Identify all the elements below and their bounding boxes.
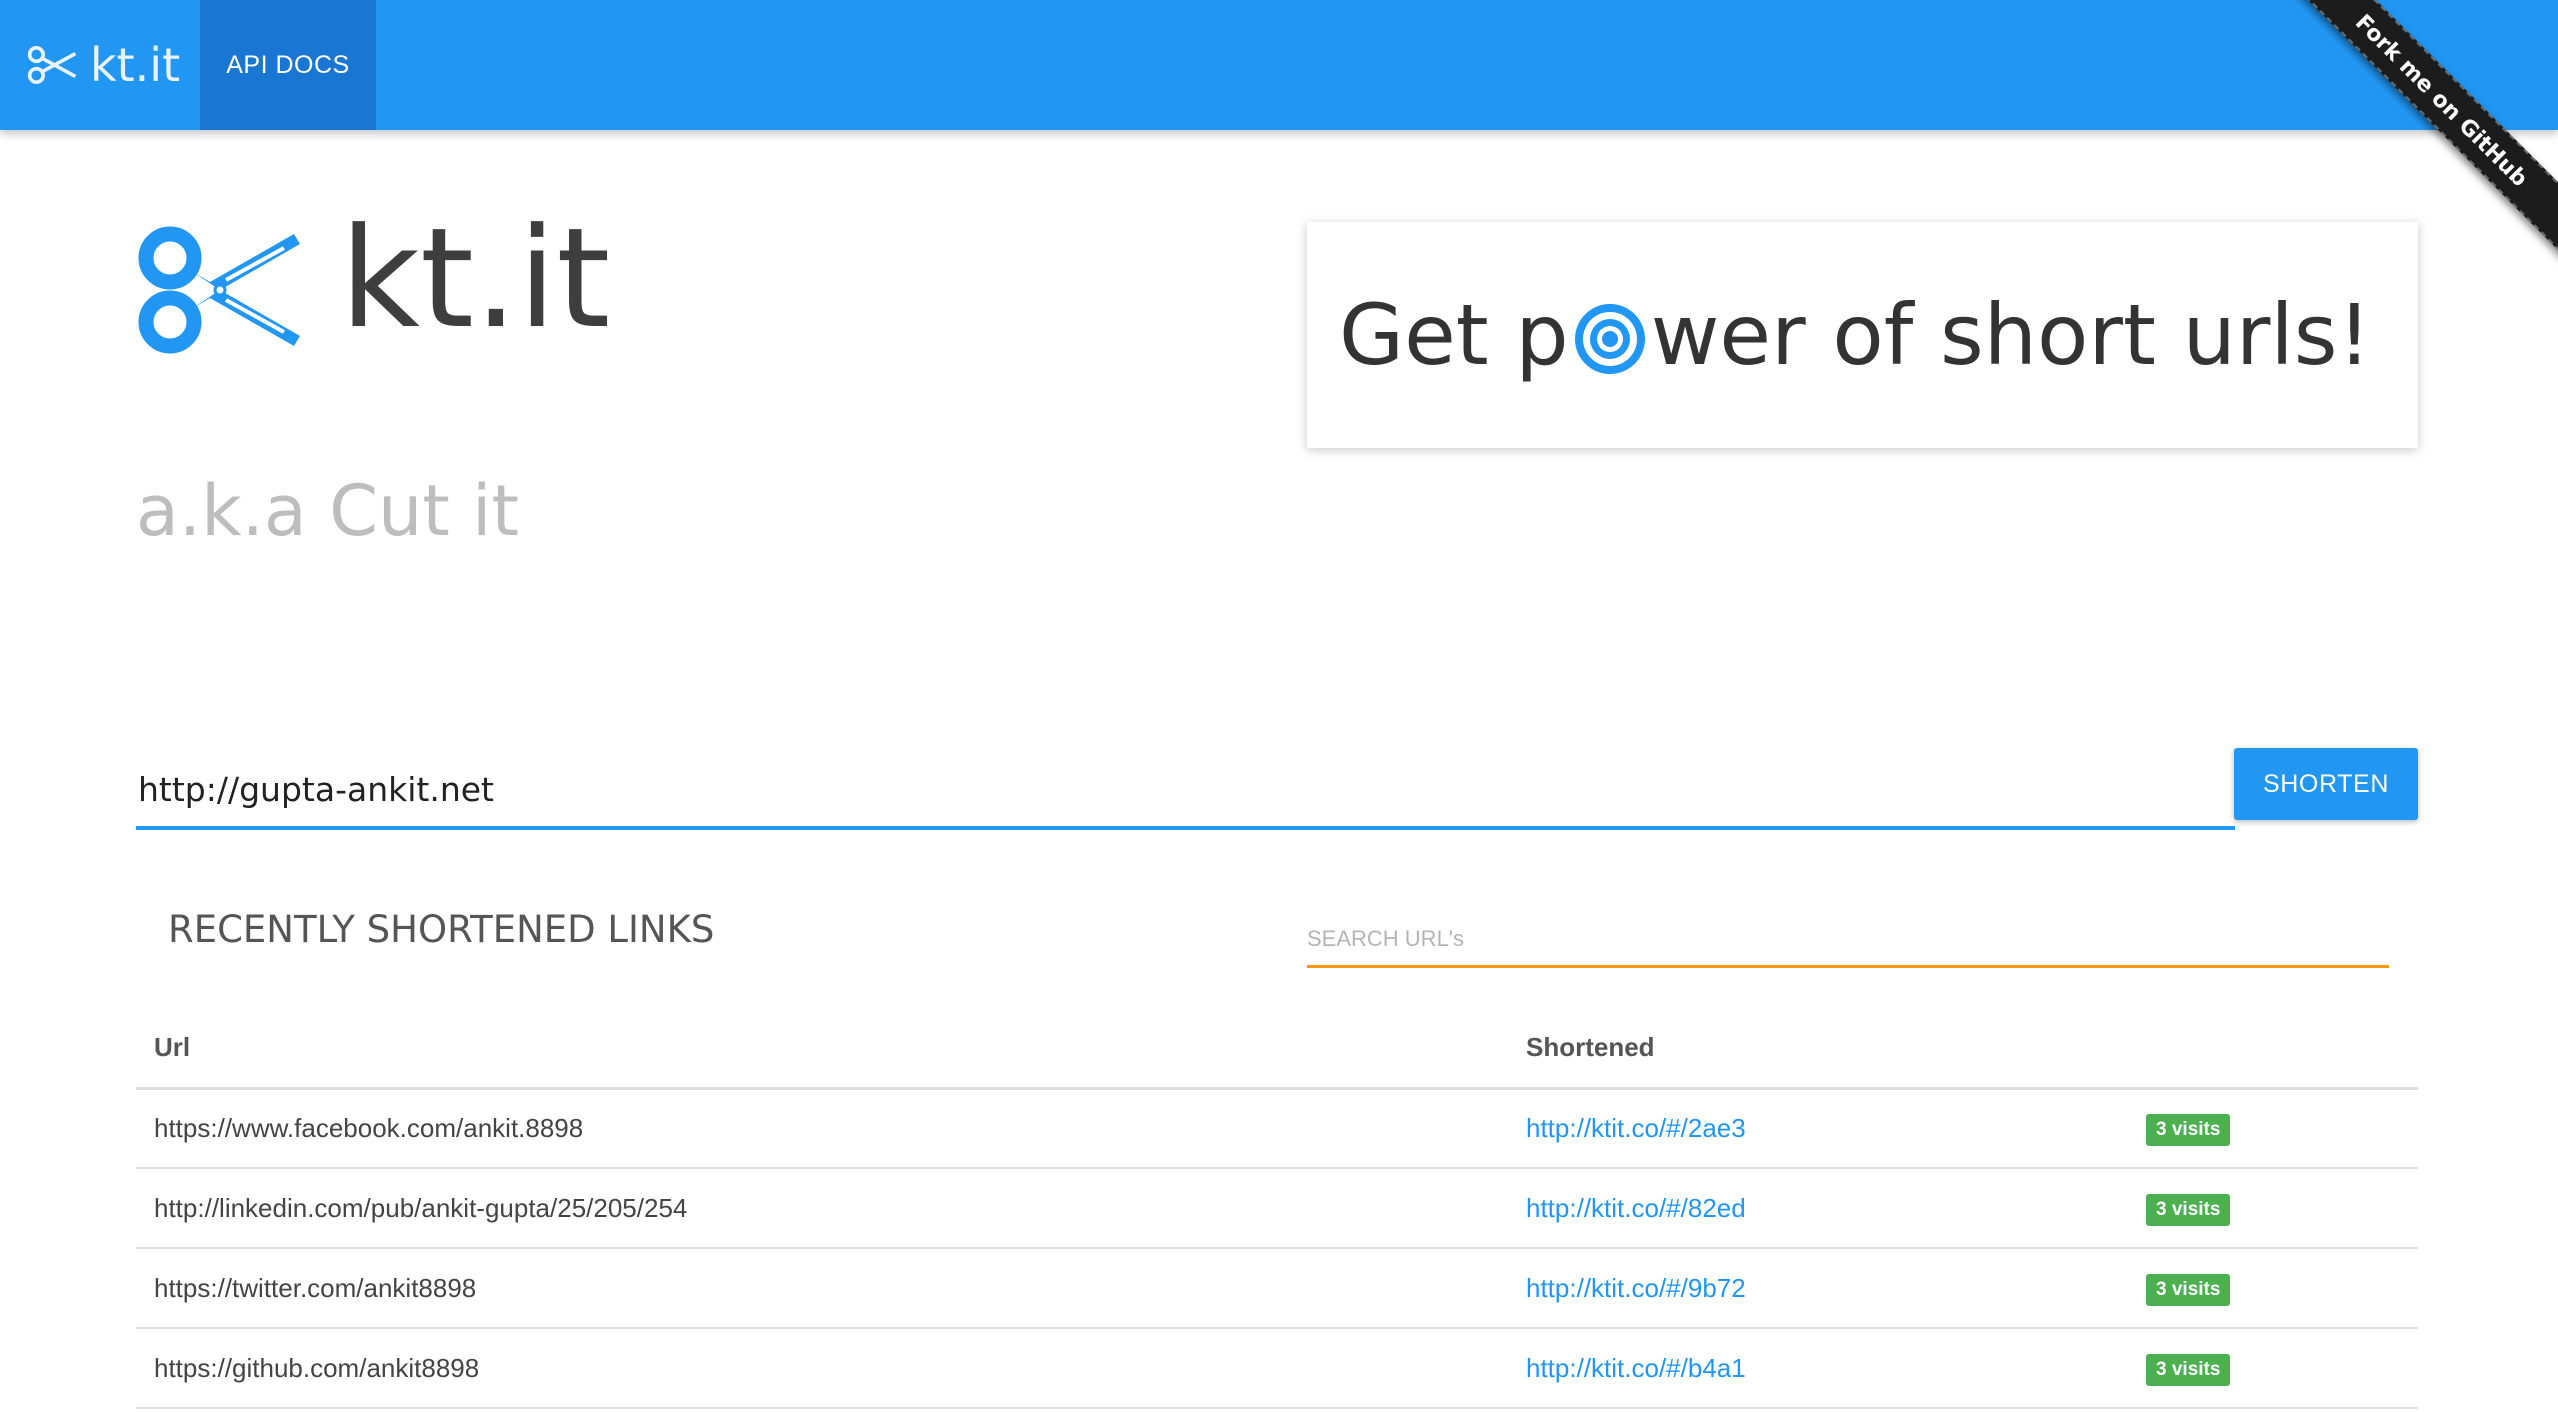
- table-row: https://www.facebook.com/ankit.8898 http…: [136, 1088, 2418, 1169]
- visits-badge: 3 visits: [2146, 1193, 2231, 1226]
- github-ribbon-container: Fork me on GitHub: [2278, 0, 2558, 280]
- shortened-link[interactable]: http://ktit.co/#/2ae3: [1526, 1113, 1746, 1143]
- promo-text: Get p wer of short urls!: [1339, 286, 2371, 384]
- original-url-cell: https://www.facebook.com/ankit.8898: [136, 1088, 1508, 1169]
- visits-badge: 3 visits: [2146, 1273, 2231, 1306]
- target-icon: [1574, 304, 1645, 374]
- column-header-url: Url: [136, 1008, 1508, 1090]
- table-row: https://twitter.com/ankit8898 http://kti…: [136, 1248, 2418, 1329]
- visits-cell: 3 visits: [2128, 1328, 2418, 1409]
- hero-title: kt.it: [340, 198, 611, 359]
- search-urls-input[interactable]: [1307, 912, 2389, 968]
- original-url-cell: https://github.com/ankit8898: [136, 1328, 1508, 1409]
- scissors-icon: [138, 226, 300, 354]
- shorten-button[interactable]: SHORTEN: [2234, 748, 2418, 820]
- promo-text-end: wer of short urls!: [1650, 286, 2372, 384]
- nav-api-docs[interactable]: API DOCS: [200, 0, 376, 130]
- visits-badge: 3 visits: [2146, 1113, 2231, 1146]
- shortened-url-cell: http://ktit.co/#/82ed: [1508, 1168, 2128, 1249]
- url-input[interactable]: [136, 752, 2235, 830]
- shortened-url-cell: http://ktit.co/#/2ae3: [1508, 1088, 2128, 1169]
- brand-name: kt.it: [90, 38, 181, 92]
- fork-me-ribbon[interactable]: Fork me on GitHub: [2283, 0, 2558, 259]
- original-url-cell: http://linkedin.com/pub/ankit-gupta/25/2…: [136, 1168, 1508, 1249]
- tagline: a.k.a Cut it: [136, 470, 519, 552]
- table-row: https://github.com/ankit8898 http://ktit…: [136, 1328, 2418, 1409]
- shortened-url-cell: http://ktit.co/#/9b72: [1508, 1248, 2128, 1329]
- shortened-link[interactable]: http://ktit.co/#/9b72: [1526, 1273, 1746, 1303]
- brand-link[interactable]: kt.it: [26, 0, 180, 130]
- visits-cell: 3 visits: [2128, 1088, 2418, 1169]
- shortened-url-cell: http://ktit.co/#/b4a1: [1508, 1328, 2128, 1409]
- promo-card: Get p wer of short urls!: [1307, 222, 2418, 448]
- recent-links-table: Url Shortened https://www.facebook.com/a…: [136, 1008, 2418, 1409]
- top-navbar: kt.it API DOCS: [0, 0, 2558, 130]
- shortened-link[interactable]: http://ktit.co/#/b4a1: [1526, 1353, 1746, 1383]
- table-header-row: Url Shortened: [136, 1008, 2418, 1090]
- column-header-shortened: Shortened: [1508, 1008, 2128, 1090]
- table-row: http://linkedin.com/pub/ankit-gupta/25/2…: [136, 1168, 2418, 1249]
- hero-logo: kt.it: [134, 210, 610, 358]
- visits-badge: 3 visits: [2146, 1353, 2231, 1386]
- original-url-cell: https://twitter.com/ankit8898: [136, 1248, 1508, 1329]
- shortened-link[interactable]: http://ktit.co/#/82ed: [1526, 1193, 1746, 1223]
- column-header-visits: [2128, 1008, 2418, 1090]
- scissors-icon: [27, 46, 77, 84]
- promo-text-start: Get p: [1339, 286, 1569, 384]
- visits-cell: 3 visits: [2128, 1248, 2418, 1329]
- recent-links-heading: RECENTLY SHORTENED LINKS: [168, 908, 715, 951]
- visits-cell: 3 visits: [2128, 1168, 2418, 1249]
